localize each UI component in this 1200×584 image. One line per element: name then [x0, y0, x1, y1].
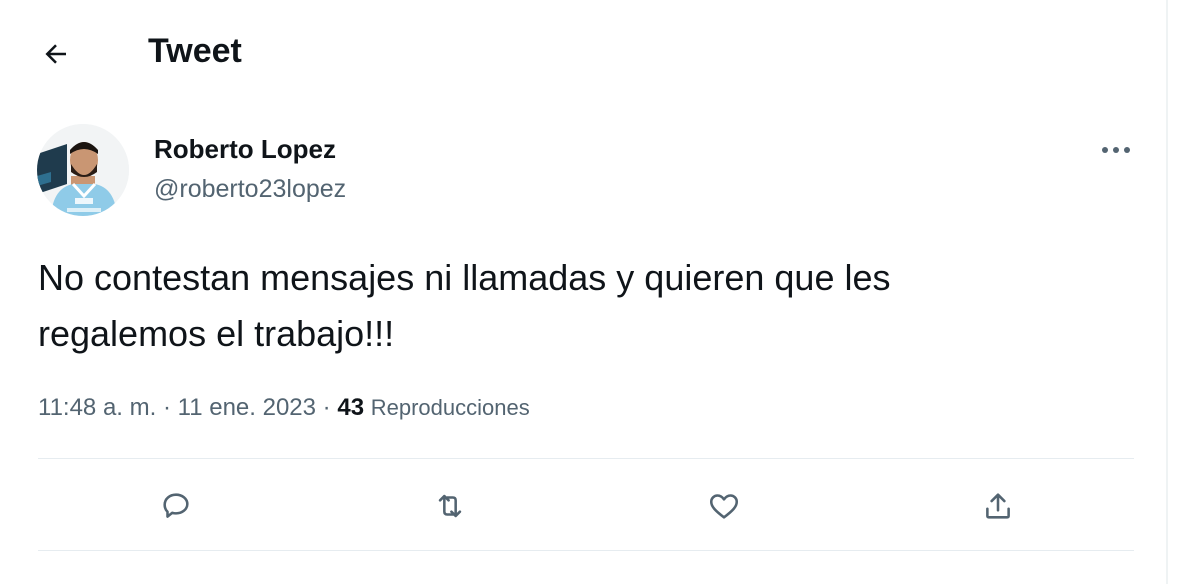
tweet-text-line: No contestan mensajes ni llamadas y quie… — [38, 257, 891, 298]
author-handle[interactable]: @roberto23lopez — [154, 173, 346, 205]
author-name[interactable]: Roberto Lopez — [154, 133, 336, 165]
more-horizontal-icon — [1100, 145, 1132, 155]
divider — [38, 458, 1134, 459]
share-icon — [981, 489, 1015, 523]
back-button[interactable] — [30, 28, 82, 80]
tweet-date[interactable]: 11 ene. 2023 — [178, 394, 316, 421]
like-icon — [706, 489, 742, 523]
reply-button[interactable] — [152, 482, 200, 530]
tweet-meta: 11:48 a. m. · 11 ene. 2023 · 43 Reproduc… — [38, 390, 530, 426]
meta-separator: · — [322, 394, 331, 421]
page-title: Tweet — [148, 32, 242, 70]
avatar[interactable] — [37, 124, 129, 216]
retweet-icon — [432, 489, 468, 523]
tweet-text-line: regalemos el trabajo!!! — [38, 313, 395, 354]
divider — [38, 550, 1134, 551]
tweet-detail-panel: Tweet Roberto Lopez @roberto23lopez No c… — [0, 0, 1168, 584]
views-label: Reproducciones — [370, 395, 530, 420]
tweet-text: No contestan mensajes ni llamadas y quie… — [38, 250, 1138, 362]
views-count: 43 — [337, 394, 365, 421]
share-button[interactable] — [974, 482, 1022, 530]
retweet-button[interactable] — [426, 482, 474, 530]
like-button[interactable] — [700, 482, 748, 530]
tweet-time[interactable]: 11:48 a. m. — [38, 394, 156, 421]
meta-separator: · — [162, 394, 171, 421]
arrow-left-icon — [41, 39, 71, 69]
more-options-button[interactable] — [1094, 132, 1138, 168]
reply-icon — [159, 489, 193, 523]
